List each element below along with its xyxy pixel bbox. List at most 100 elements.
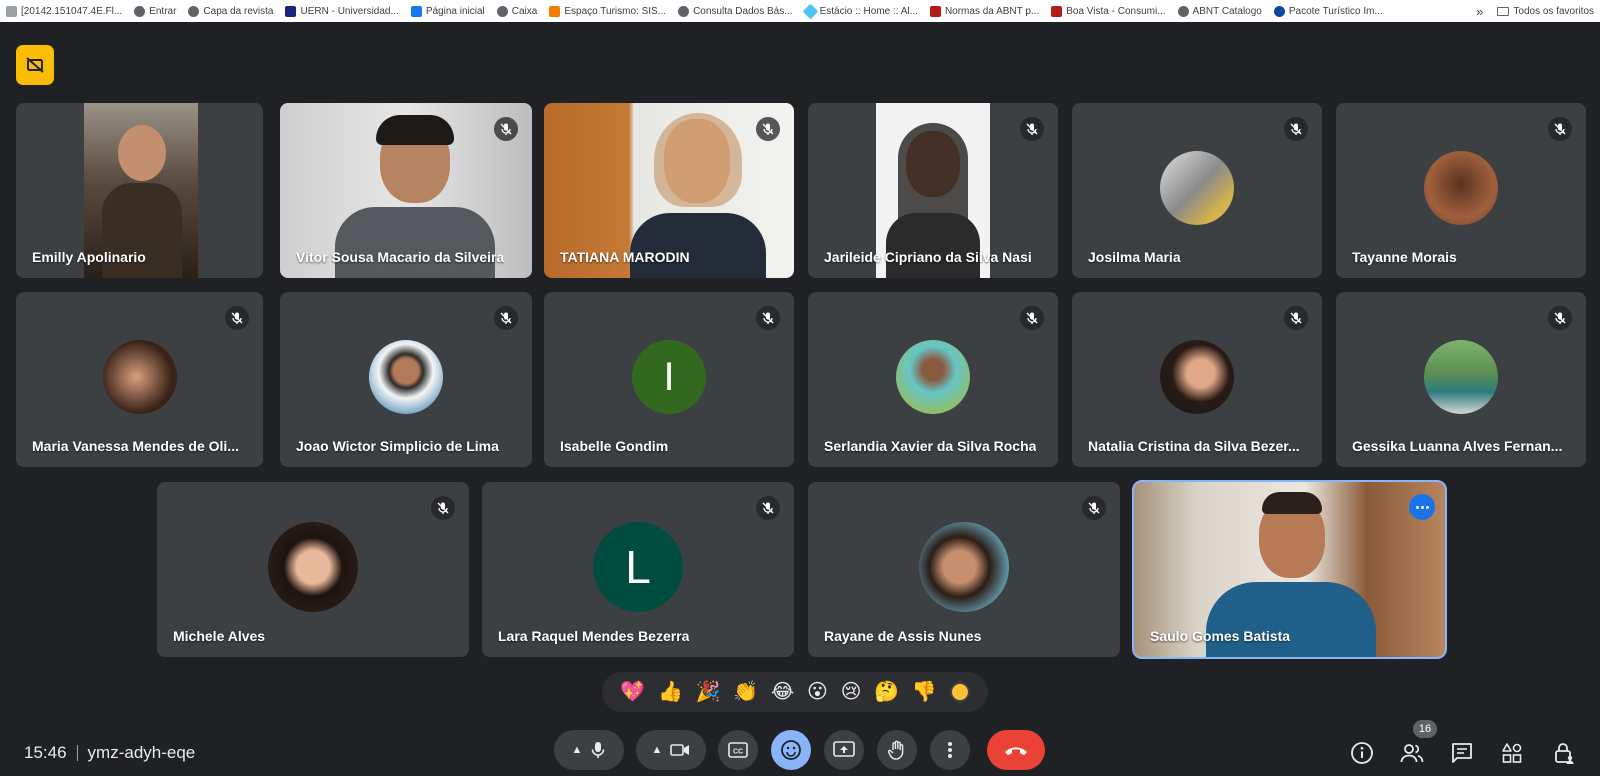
participant-name: Serlandia Xavier da Silva Rocha xyxy=(824,438,1037,454)
host-controls-button[interactable] xyxy=(1551,740,1577,766)
bookmark-icon xyxy=(285,5,297,17)
bookmark-item[interactable]: UERN - Universidad... xyxy=(285,5,399,17)
participant-tile[interactable]: Gessika Luanna Alves Fernan... xyxy=(1336,292,1586,467)
present-screen-button[interactable] xyxy=(824,730,864,770)
chat-button[interactable] xyxy=(1449,740,1475,766)
participant-name: Michele Alves xyxy=(173,628,266,644)
reaction-sad-button[interactable]: 😢 xyxy=(841,682,862,702)
reaction-thinking-button[interactable]: 🤔 xyxy=(874,682,899,702)
bookmark-item[interactable]: Caixa xyxy=(496,5,537,17)
participant-avatar xyxy=(1160,340,1234,414)
mic-off-icon xyxy=(494,306,518,330)
more-options-button[interactable] xyxy=(930,730,970,770)
participant-name: Isabelle Gondim xyxy=(560,438,669,454)
globe-icon xyxy=(188,5,200,17)
participant-name: Vitor Sousa Macario da Silveira xyxy=(296,249,505,265)
participant-tile[interactable]: I Isabelle Gondim xyxy=(544,292,794,467)
reaction-heart-button[interactable]: 💖 xyxy=(620,682,645,702)
microphone-control[interactable]: ▲ xyxy=(554,730,624,770)
screen-off-icon xyxy=(26,57,44,73)
participant-tile-active-speaker[interactable]: Saulo Gomes Batista xyxy=(1132,480,1447,659)
bookmarks-bar: [20142.151047.4E.Fl... Entrar Capa da re… xyxy=(0,0,1600,22)
chevron-up-icon[interactable]: ▲ xyxy=(652,744,663,756)
reaction-thumbs-up-button[interactable]: 👍 xyxy=(658,682,683,702)
bookmark-item[interactable]: Entrar xyxy=(134,5,176,17)
participant-name: Joao Wictor Simplicio de Lima xyxy=(296,438,499,454)
participant-tile[interactable]: Rayane de Assis Nunes xyxy=(808,482,1120,657)
participant-tile[interactable]: Maria Vanessa Mendes de Oli... xyxy=(16,292,263,467)
participant-avatar xyxy=(1424,151,1498,225)
more-vert-icon xyxy=(948,742,952,758)
reaction-laugh-button[interactable]: 😂 xyxy=(771,682,794,702)
participant-avatar: I xyxy=(632,340,706,414)
people-count-badge: 16 xyxy=(1413,720,1437,738)
bookmark-icon xyxy=(6,5,17,17)
bookmark-item[interactable]: Normas da ABNT p... xyxy=(929,5,1039,17)
participant-tile[interactable]: Serlandia Xavier da Silva Rocha xyxy=(808,292,1058,467)
participant-avatar: L xyxy=(593,522,683,612)
participant-tile[interactable]: Vitor Sousa Macario da Silveira xyxy=(280,103,532,278)
participant-avatar xyxy=(268,522,358,612)
mic-off-icon xyxy=(1284,117,1308,141)
participant-avatar xyxy=(896,340,970,414)
mic-off-icon xyxy=(225,306,249,330)
meeting-details-button[interactable] xyxy=(1349,740,1375,766)
bookmark-item[interactable]: Boa Vista - Consumi... xyxy=(1051,5,1166,17)
people-button[interactable] xyxy=(1399,740,1425,766)
participant-avatar xyxy=(1160,151,1234,225)
participant-name: TATIANA MARODIN xyxy=(560,249,690,265)
bookmark-item[interactable]: [20142.151047.4E.Fl... xyxy=(6,5,122,17)
bookmark-icon xyxy=(929,5,941,17)
participant-tile[interactable]: Natalia Cristina da Silva Bezer... xyxy=(1072,292,1322,467)
globe-icon xyxy=(496,5,508,17)
bookmark-item[interactable]: Consulta Dados Bás... xyxy=(678,5,793,17)
activities-button[interactable] xyxy=(1499,740,1525,766)
bookmark-icon xyxy=(1273,5,1285,17)
participant-avatar xyxy=(369,340,443,414)
participant-tile[interactable]: Michele Alves xyxy=(157,482,469,657)
skin-tone-button[interactable] xyxy=(949,682,970,702)
participant-name: Tayanne Morais xyxy=(1352,249,1457,265)
bookmark-item[interactable]: Estácio :: Home :: Al... xyxy=(802,3,918,19)
mic-off-icon xyxy=(431,496,455,520)
bookmark-item[interactable]: Espaço Turismo: SIS... xyxy=(549,5,666,17)
reaction-party-button[interactable]: 🎉 xyxy=(696,682,721,702)
blogger-icon xyxy=(549,5,561,17)
bookmark-item[interactable]: Capa da revista xyxy=(188,5,273,17)
presentation-badge-icon[interactable] xyxy=(16,45,54,85)
participant-avatar xyxy=(919,522,1009,612)
mic-off-icon xyxy=(756,306,780,330)
participant-tile[interactable]: L Lara Raquel Mendes Bezerra xyxy=(482,482,794,657)
hand-icon xyxy=(888,740,904,760)
bookmarks-overflow-button[interactable]: » xyxy=(1476,4,1483,19)
participant-tile[interactable]: Josilma Maria xyxy=(1072,103,1322,278)
more-options-button[interactable] xyxy=(1409,494,1435,520)
participant-tile[interactable]: Tayanne Morais xyxy=(1336,103,1586,278)
bookmark-item[interactable]: ABNT Catalogo xyxy=(1177,5,1262,17)
globe-icon xyxy=(134,5,146,17)
dot-icon xyxy=(1415,505,1419,509)
captions-button[interactable]: CC xyxy=(718,730,758,770)
leave-call-button[interactable] xyxy=(987,730,1045,770)
reaction-thumbs-down-button[interactable]: 👎 xyxy=(912,682,937,702)
bookmark-item[interactable]: Pacote Turístico Im... xyxy=(1273,5,1383,17)
participant-tile[interactable]: Jarileide Cipriano da Silva Nasi xyxy=(808,103,1058,278)
captions-icon: CC xyxy=(728,742,748,758)
participant-tile[interactable]: Emilly Apolinario xyxy=(16,103,263,278)
chevron-up-icon[interactable]: ▲ xyxy=(572,744,583,756)
all-bookmarks-button[interactable]: Todos os favoritos xyxy=(1497,6,1594,17)
raise-hand-button[interactable] xyxy=(877,730,917,770)
chat-icon xyxy=(1452,743,1472,763)
bookmark-item[interactable]: Página inicial xyxy=(410,5,485,17)
reactions-bar: 💖 👍 🎉 👏 😂 😮 😢 🤔 👎 xyxy=(602,672,988,712)
mic-off-icon xyxy=(756,117,780,141)
participant-name: Maria Vanessa Mendes de Oli... xyxy=(32,438,239,454)
participant-name: Saulo Gomes Batista xyxy=(1150,628,1291,644)
participant-tile[interactable]: Joao Wictor Simplicio de Lima xyxy=(280,292,532,467)
reactions-button[interactable] xyxy=(771,730,811,770)
avatar-initial: L xyxy=(625,541,651,593)
reaction-clap-button[interactable]: 👏 xyxy=(733,682,758,702)
reaction-surprised-button[interactable]: 😮 xyxy=(807,682,828,702)
camera-control[interactable]: ▲ xyxy=(636,730,706,770)
participant-tile[interactable]: TATIANA MARODIN xyxy=(544,103,794,278)
